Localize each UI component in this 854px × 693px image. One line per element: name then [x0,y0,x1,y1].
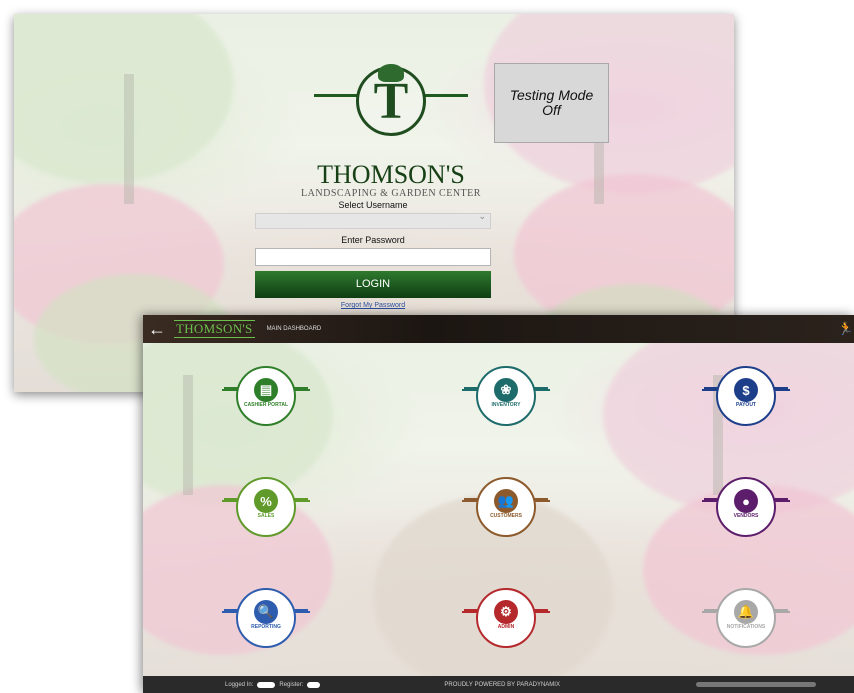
testing-mode-toggle[interactable]: Testing Mode Off [494,63,609,143]
status-footer: Logged In: Register: PROUDLY POWERED BY … [143,676,854,693]
tile-customers[interactable]: 👥 CUSTOMERS [456,477,556,547]
password-field[interactable] [255,248,491,266]
login-button[interactable]: LOGIN [255,271,491,298]
login-form: Select Username Enter Password LOGIN [255,200,491,298]
tile-label: CUSTOMERS [490,513,522,519]
dashboard-header: ← THOMSON'S MAIN DASHBOARD 🏃 [143,315,854,343]
tile-label: SALES [257,513,275,519]
thomsons-logo: T THOMSON'S LANDSCAPING & GARDEN CENTER [296,64,486,199]
tile-notifications[interactable]: 🔔 NOTIFICATIONS [696,588,796,658]
back-arrow-icon[interactable]: ← [143,319,171,340]
tile-cashier-portal[interactable]: ▤ CASHIER PORTAL [216,366,316,436]
forgot-password-link[interactable]: Forgot My Password [335,302,411,309]
tile-label: REPORTING [251,624,281,630]
brand-subtitle: LANDSCAPING & GARDEN CENTER [301,188,481,199]
logged-in-label: Logged In: [225,681,254,688]
running-person-icon[interactable]: 🏃 [838,321,854,337]
brand-name: THOMSON'S [317,160,465,189]
tile-inventory[interactable]: ❀ INVENTORY [456,366,556,436]
register-label: Register: [279,681,304,688]
register-toggle[interactable] [307,681,321,688]
header-brand: THOMSON'S [174,320,255,338]
logo-letter: T [373,73,409,130]
dashboard-window: ← THOMSON'S MAIN DASHBOARD 🏃 ▤ CASHIER P… [143,315,854,693]
tile-label: PAYOUT [735,402,756,408]
password-label: Enter Password [341,235,405,245]
tile-reporting[interactable]: 🔍 REPORTING [216,588,316,658]
money-icon: $ [734,378,758,402]
cash-register-icon: ▤ [254,378,278,402]
logged-in-toggle[interactable] [257,681,276,688]
tile-payout[interactable]: $ PAYOUT [696,366,796,436]
tile-label: VENDORS [733,513,759,519]
tile-admin[interactable]: ⚙ ADMIN [456,588,556,658]
progress-bar [696,682,816,687]
tile-label: CASHIER PORTAL [243,402,289,408]
powered-by-text: PROUDLY POWERED BY PARADYNAMIX [444,681,560,688]
gears-icon: ⚙ [494,600,518,624]
tile-sales[interactable]: % SALES [216,477,316,547]
person-icon: ● [734,489,758,513]
username-label: Select Username [338,200,408,210]
tile-label: NOTIFICATIONS [726,624,766,630]
report-search-icon: 🔍 [254,600,278,624]
tile-label: ADMIN [497,624,515,630]
price-tag-icon: % [254,489,278,513]
tile-vendors[interactable]: ● VENDORS [696,477,796,547]
tile-label: INVENTORY [491,402,521,408]
dashboard-tiles: ▤ CASHIER PORTAL ❀ INVENTORY $ PAYOUT % … [143,343,854,676]
breadcrumb: MAIN DASHBOARD [266,326,322,332]
screen: T THOMSON'S LANDSCAPING & GARDEN CENTER … [0,0,854,693]
bell-icon: 🔔 [734,600,758,624]
tree-icon: ❀ [494,378,518,402]
people-icon: 👥 [494,489,518,513]
username-select[interactable] [255,211,491,229]
